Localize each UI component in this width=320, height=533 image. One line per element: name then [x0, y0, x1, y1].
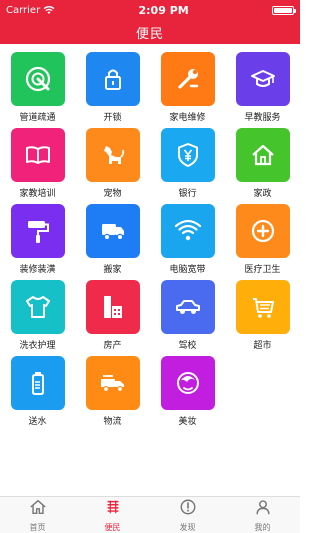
- service-label: 物流: [103, 417, 122, 427]
- tab-item[interactable]: 我的: [225, 497, 300, 533]
- service-item[interactable]: 宠物: [75, 128, 150, 204]
- service-label: 早教服务: [244, 113, 281, 123]
- service-label: 家教培训: [19, 189, 56, 199]
- discover-alert-icon: [179, 498, 197, 520]
- service-label: 驾校: [178, 341, 197, 351]
- service-label: 宠物: [103, 189, 122, 199]
- water-bottle-icon: [10, 356, 65, 410]
- service-item[interactable]: 家政: [225, 128, 300, 204]
- page-title: 便民: [135, 26, 164, 42]
- building-icon: [85, 280, 140, 334]
- dog-icon: [85, 128, 140, 182]
- status-time: 2:09 PM: [138, 3, 189, 17]
- service-item[interactable]: 房产: [75, 280, 150, 356]
- wifi-signal-icon: [43, 6, 55, 14]
- tshirt-icon: [10, 280, 65, 334]
- service-label: 医疗卫生: [244, 265, 281, 275]
- tab-label: 我的: [254, 522, 271, 532]
- shopping-cart-icon: [235, 280, 290, 334]
- medical-plus-icon: [235, 204, 290, 258]
- tab-item[interactable]: 发现: [150, 497, 225, 533]
- paint-roller-icon: [10, 204, 65, 258]
- status-bar: Carrier 2:09 PM: [0, 0, 300, 20]
- lock-icon: [85, 52, 140, 106]
- service-grid: 管道疏通 开锁 家电维修 早教服务家教培训 宠物 银行 家政装修装潢 搬家 电脑宽带 医疗卫生洗衣…: [0, 52, 300, 432]
- service-item[interactable]: 装修装潢: [0, 204, 75, 280]
- service-item[interactable]: 家教培训: [0, 128, 75, 204]
- tab-item[interactable]: 首页: [0, 497, 75, 533]
- service-label: 搬家: [103, 265, 122, 275]
- wifi-icon: [160, 204, 215, 258]
- service-item[interactable]: 早教服务: [225, 52, 300, 128]
- tab-label: 首页: [29, 522, 46, 532]
- tab-label: 发现: [179, 522, 196, 532]
- service-label: 房产: [103, 341, 122, 351]
- book-icon: [10, 128, 65, 182]
- status-left: Carrier: [6, 5, 55, 16]
- service-item[interactable]: 物流: [75, 356, 150, 432]
- tab-label: 便民: [104, 522, 121, 532]
- service-item[interactable]: 送水: [0, 356, 75, 432]
- pipe-icon: [10, 52, 65, 106]
- service-list-icon: [104, 498, 122, 520]
- tab-bar: 首页 便民 发现 我的: [0, 496, 300, 533]
- home-icon: [29, 498, 47, 520]
- service-item[interactable]: 银行: [150, 128, 225, 204]
- service-item[interactable]: 开锁: [75, 52, 150, 128]
- car-icon: [160, 280, 215, 334]
- service-label: 洗衣护理: [19, 341, 56, 351]
- house-icon: [235, 128, 290, 182]
- delivery-truck-icon: [85, 356, 140, 410]
- battery-icon: [272, 5, 296, 15]
- service-item[interactable]: 医疗卫生: [225, 204, 300, 280]
- service-label: 装修装潢: [19, 265, 56, 275]
- graduation-cap-icon: [235, 52, 290, 106]
- service-item[interactable]: 超市: [225, 280, 300, 356]
- service-item[interactable]: 电脑宽带: [150, 204, 225, 280]
- bank-shield-icon: [160, 128, 215, 182]
- service-label: 银行: [178, 189, 197, 199]
- service-label: 送水: [28, 417, 47, 427]
- service-content: 管道疏通 开锁 家电维修 早教服务家教培训 宠物 银行 家政装修装潢 搬家 电脑宽带 医疗卫生洗衣…: [0, 44, 300, 496]
- service-label: 美妆: [178, 417, 197, 427]
- service-item[interactable]: 洗衣护理: [0, 280, 75, 356]
- service-label: 家政: [253, 189, 272, 199]
- service-item[interactable]: 管道疏通: [0, 52, 75, 128]
- service-item[interactable]: 家电维修: [150, 52, 225, 128]
- nav-bar: 便民: [0, 20, 300, 44]
- service-label: 管道疏通: [19, 113, 56, 123]
- service-item[interactable]: 驾校: [150, 280, 225, 356]
- service-label: 超市: [253, 341, 272, 351]
- carrier-label: Carrier: [6, 4, 41, 16]
- truck-icon: [85, 204, 140, 258]
- service-label: 家电维修: [169, 113, 206, 123]
- cosmetics-face-icon: [160, 356, 215, 410]
- service-label: 开锁: [103, 113, 122, 123]
- service-label: 电脑宽带: [169, 265, 206, 275]
- service-item[interactable]: 搬家: [75, 204, 150, 280]
- service-item[interactable]: 美妆: [150, 356, 225, 432]
- tab-item[interactable]: 便民: [75, 497, 150, 533]
- user-icon: [254, 498, 272, 520]
- wrench-icon: [160, 52, 215, 106]
